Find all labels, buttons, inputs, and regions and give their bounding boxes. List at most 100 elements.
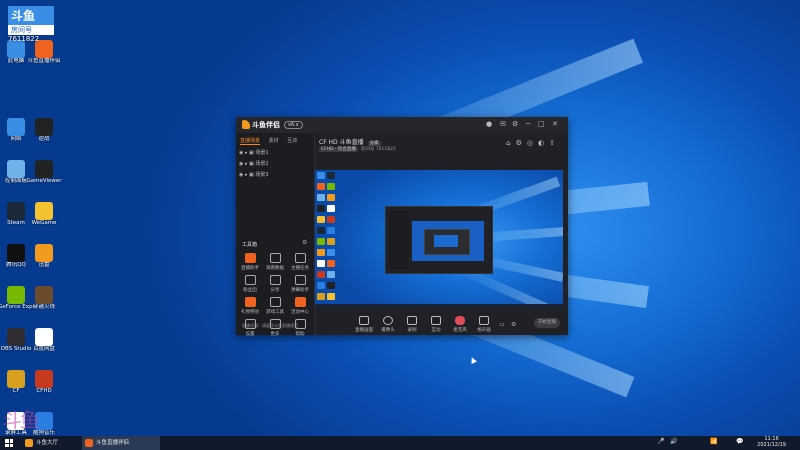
mouse-cursor (469, 356, 477, 364)
avatar[interactable]: ● (486, 120, 492, 128)
obs-icon (7, 328, 25, 346)
toolbox-title: 工具箱 (242, 242, 258, 248)
desktop: 此电脑 斗鱼直播伴侣 网络 逆战 控制面板 GameViewer Steam WeGame 腾讯… (0, 0, 800, 450)
theme-icon[interactable]: ◐ (538, 139, 549, 147)
room-number: 7611822 (8, 35, 40, 43)
microphone-tray-icon[interactable]: 🎤 (657, 438, 664, 445)
toolbox-item[interactable]: 直播助手 (239, 253, 261, 271)
settings-icon[interactable]: ⚙ (512, 120, 518, 128)
desktop-icon[interactable]: WeGame (26, 202, 62, 242)
toolbox-settings-icon[interactable]: ⚙ (302, 239, 307, 246)
camera-icon (383, 316, 393, 325)
minimize-button[interactable]: ─ (526, 120, 530, 128)
preview-icon (327, 260, 335, 267)
scene-item[interactable]: ◉ ▸ ▣ 场景3 (239, 171, 269, 178)
preview-icon (317, 249, 325, 256)
tab-scenes[interactable]: 直播场景 (240, 138, 261, 145)
share-icon[interactable]: ⇧ (549, 139, 560, 147)
left-panel: 直播场景 素材 互动 ◉ ▸ ▣ 场景1 ◉ ▸ ▣ 场景2 ◉ ▸ ▣ 场景3… (236, 133, 315, 337)
toolbox-item[interactable]: 游戏工具 (264, 297, 286, 315)
network-icon (7, 118, 25, 136)
preview-icon (327, 282, 335, 289)
monitor-icon (359, 316, 369, 325)
scene-item[interactable]: ◉ ▸ ▣ 场景1 (239, 149, 269, 156)
tab-materials[interactable]: 素材 (269, 138, 279, 144)
volume-tray-icon[interactable]: 🔊 (670, 438, 677, 445)
preview-icon (327, 205, 335, 212)
record-button[interactable]: 录制 (401, 316, 423, 333)
camera-button[interactable]: 摄像头 (377, 316, 399, 333)
toolbox-item[interactable]: 礼物特效 (239, 297, 261, 315)
toolbox-item[interactable]: 观看数据 (264, 253, 286, 271)
preview-icon (327, 249, 335, 256)
network-tray-icon[interactable]: 📶 (710, 438, 717, 445)
home-icon[interactable]: ⌂ (506, 139, 515, 147)
douyu-room-logo: 斗鱼 房间号 7611822 (8, 6, 60, 50)
target-icon[interactable]: ◎ (527, 139, 538, 147)
toolbox-item[interactable]: 主播任务 (289, 253, 311, 271)
microphone-button[interactable]: 麦克风 (449, 316, 471, 333)
close-button[interactable]: ✕ (552, 120, 558, 128)
taskbar: 斗鱼大厅 斗鱼直播伴侣 🎤 🔊 📶 💬 11:16 2021/12/19 (0, 436, 800, 450)
speaker-button[interactable]: 扬声器 (473, 316, 495, 333)
brand-label: 斗鱼伴侣 (252, 121, 280, 129)
desktop-icon[interactable]: 迅雷 (26, 244, 62, 284)
logo-subtext: 房间号 (8, 25, 54, 35)
desktop-icon-label: 斗鱼直播伴侣 (27, 58, 61, 64)
preview-icon (317, 172, 325, 179)
qq-icon (7, 244, 25, 262)
microphone-icon (455, 316, 465, 325)
desktop-icon[interactable]: 百度网盘 (26, 328, 62, 368)
toolbox-item[interactable]: 粉丝团 (239, 275, 261, 293)
interaction-button[interactable]: 互动 (425, 316, 447, 333)
preview-icon (317, 227, 325, 234)
geforce-icon (7, 286, 25, 304)
live-preview[interactable] (315, 170, 563, 309)
version-badge: v6.x (284, 121, 303, 129)
preview-icon (327, 216, 335, 223)
preview-icon (327, 227, 335, 234)
gear-icon[interactable]: ⚙ (516, 139, 527, 147)
interaction-icon (431, 316, 441, 325)
desktop-icon[interactable]: GameViewer (26, 160, 62, 200)
nested-screen (434, 235, 458, 247)
logo-text: 斗鱼 (8, 6, 54, 25)
taskbar-item-douyu-companion[interactable]: 斗鱼直播伴侣 (82, 436, 160, 450)
scene-item[interactable]: ◉ ▸ ▣ 场景2 (239, 160, 269, 167)
desktop-icon-label: 百度网盘 (32, 346, 55, 352)
screen-capture-button[interactable]: 直播画面 (353, 316, 375, 333)
toolbox-item[interactable]: 弹幕助手 (289, 275, 311, 293)
preview-icon (317, 271, 325, 278)
app-brand: 斗鱼伴侣 (242, 120, 280, 130)
app-titlebar[interactable]: 斗鱼伴侣 v6.x ● ✉ ⚙ ─ □ ✕ (236, 117, 568, 133)
skin-icon[interactable]: ✉ (500, 120, 506, 128)
maximize-button[interactable]: □ (538, 120, 545, 128)
desktop-icon[interactable]: 逆战 (26, 118, 62, 158)
tool-icon (294, 253, 306, 263)
room-subinfo: CFHD · 综合直播 房间号 7611822 (319, 147, 396, 152)
desktop-icon[interactable]: 穿越火线 (26, 286, 62, 326)
douyu-live-companion-window: 斗鱼伴侣 v6.x ● ✉ ⚙ ─ □ ✕ 直播场景 素材 互动 ◉ ▸ ▣ 场… (236, 117, 568, 337)
preview-icon (317, 238, 325, 245)
tool-icon (269, 297, 281, 307)
clock-date: 2021/12/19 (757, 442, 786, 448)
tab-interaction[interactable]: 互动 (287, 138, 297, 144)
desktop-icon-label: CFHD (36, 388, 52, 394)
taskbar-item-douyu-lobby[interactable]: 斗鱼大厅 (22, 436, 90, 450)
preview-icon (327, 238, 335, 245)
desktop-icon-label: 穿越火线 (32, 304, 55, 310)
toolbox-item[interactable]: 分享 (264, 275, 286, 293)
toolbox-item[interactable]: 活动中心 (289, 297, 311, 315)
notification-icon[interactable]: 💬 (736, 438, 743, 445)
system-clock[interactable]: 11:16 2021/12/19 (757, 436, 786, 448)
video-icon[interactable]: ▭ (499, 321, 505, 328)
gameviewer-icon (35, 160, 53, 178)
settings-gear-icon[interactable]: ⚙ (511, 321, 516, 328)
tool-icon (244, 297, 256, 307)
top-tool-icons: ⌂⚙◎◐⇧ (506, 139, 560, 147)
category-chip[interactable]: CFHD · 综合直播 (319, 147, 358, 152)
windows-start-icon[interactable] (5, 439, 13, 447)
preview-icon (327, 194, 335, 201)
start-live-button[interactable]: 开始直播 (534, 318, 560, 328)
douyu-watermark: 斗鱼 (2, 408, 40, 432)
